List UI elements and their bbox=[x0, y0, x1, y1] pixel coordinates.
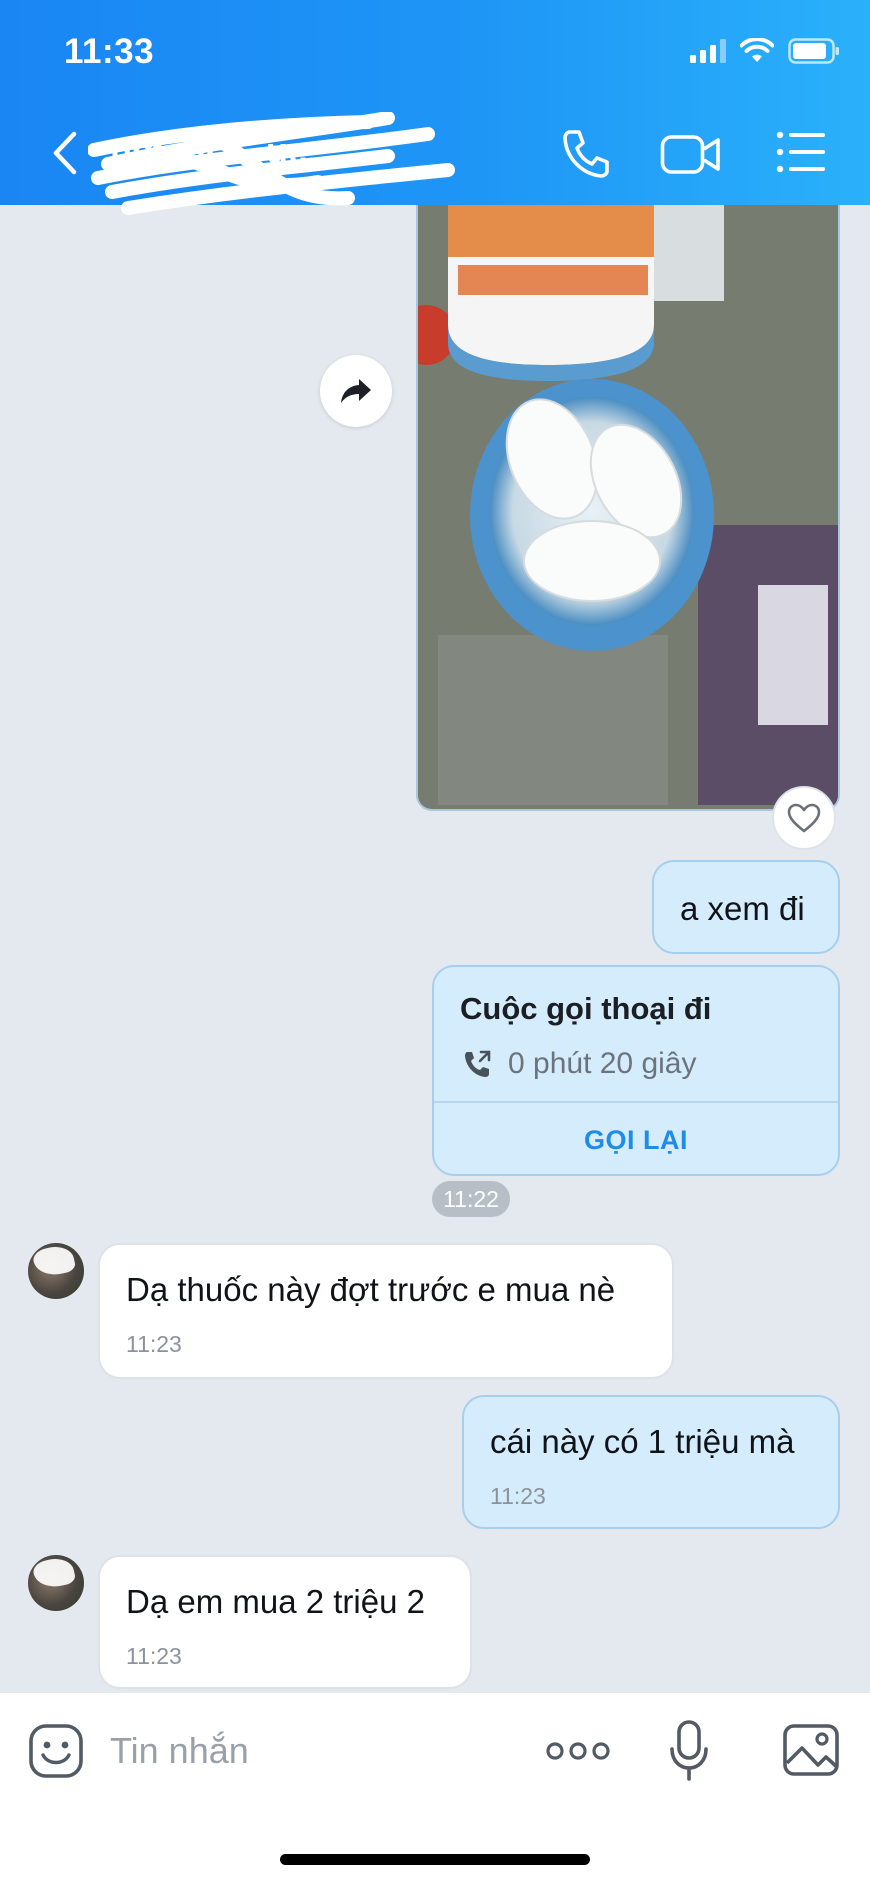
message-time: 11:23 bbox=[126, 1331, 182, 1357]
call-log-card[interactable]: Cuộc gọi thoại đi 0 phút 20 giây GỌI LẠI bbox=[432, 965, 840, 1176]
share-button[interactable] bbox=[320, 355, 392, 427]
call-title: Cuộc gọi thoại đi bbox=[460, 991, 712, 1026]
message-composer bbox=[0, 1693, 870, 1884]
image-icon[interactable] bbox=[782, 1723, 840, 1777]
message-time: 11:23 bbox=[490, 1483, 546, 1509]
microphone-icon[interactable] bbox=[668, 1719, 710, 1783]
chat-header: 11:33 ng...uc... u... bbox=[0, 0, 870, 215]
wifi-icon bbox=[740, 38, 774, 62]
status-icons bbox=[690, 38, 840, 64]
call-back-button[interactable]: GỌI LẠI bbox=[434, 1103, 838, 1174]
photo-attachment[interactable] bbox=[416, 205, 840, 811]
incoming-message[interactable]: Dạ em mua 2 triệu 2 11:23 bbox=[98, 1555, 472, 1689]
phone-icon[interactable] bbox=[560, 126, 612, 180]
outgoing-message[interactable]: cái này có 1 triệu mà 11:23 bbox=[462, 1395, 840, 1529]
redaction-scribble bbox=[88, 112, 455, 215]
emoji-icon[interactable] bbox=[28, 1723, 84, 1779]
home-indicator bbox=[280, 1854, 590, 1865]
message-input[interactable] bbox=[110, 1721, 510, 1781]
outgoing-message[interactable]: a xem đi bbox=[652, 860, 840, 954]
message-text: a xem đi bbox=[680, 890, 805, 927]
chevron-left-icon[interactable] bbox=[46, 126, 86, 180]
incoming-message[interactable]: Dạ thuốc này đợt trước e mua nè 11:23 bbox=[98, 1243, 674, 1379]
message-text: cái này có 1 triệu mà bbox=[490, 1423, 795, 1460]
chat-thread[interactable]: a xem đi Cuộc gọi thoại đi 0 phút 20 giâ… bbox=[0, 205, 870, 1693]
outgoing-call-icon bbox=[465, 1050, 491, 1077]
medicine-photo bbox=[418, 205, 838, 809]
call-duration-row: 0 phút 20 giây bbox=[462, 1047, 696, 1081]
share-arrow-icon bbox=[341, 379, 371, 403]
battery-icon bbox=[788, 38, 839, 64]
list-menu-icon[interactable] bbox=[776, 130, 826, 174]
like-button[interactable] bbox=[772, 786, 836, 850]
message-text: Dạ em mua 2 triệu 2 bbox=[126, 1583, 425, 1620]
time-stamp: 11:22 bbox=[432, 1181, 510, 1217]
nav-row: ng...uc... u... bbox=[0, 112, 870, 215]
signal-icon bbox=[690, 39, 726, 63]
call-duration: 0 phút 20 giây bbox=[508, 1047, 697, 1080]
heart-icon bbox=[787, 803, 821, 833]
avatar[interactable] bbox=[28, 1243, 84, 1299]
message-time: 11:23 bbox=[126, 1643, 182, 1669]
avatar[interactable] bbox=[28, 1555, 84, 1611]
status-time: 11:33 bbox=[64, 32, 155, 71]
video-camera-icon[interactable] bbox=[660, 128, 722, 180]
message-text: Dạ thuốc này đợt trước e mua nè bbox=[126, 1271, 616, 1308]
more-dots-icon[interactable] bbox=[546, 1737, 610, 1765]
